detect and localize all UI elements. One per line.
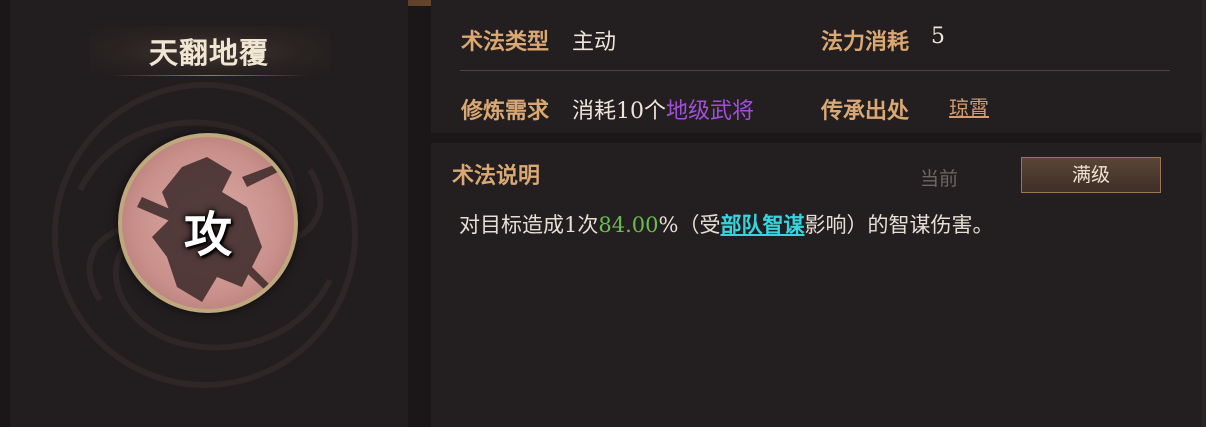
type-label: 术法类型 <box>461 29 550 55</box>
origin-label: 传承出处 <box>821 98 910 124</box>
requirement-highlight: 地级武将 <box>666 99 755 124</box>
skill-icon[interactable]: 攻 <box>118 133 298 313</box>
description-text: 对目标造成1次84.00%（受部队智谋影响）的智谋伤害。 <box>459 209 993 239</box>
tab-current[interactable]: 当前 <box>920 164 958 191</box>
desc-mid: %（受 <box>658 213 721 237</box>
description-label: 术法说明 <box>452 163 541 189</box>
type-value: 主动 <box>572 30 617 55</box>
skill-name: 天翻地覆 <box>148 36 269 70</box>
right-edge <box>1202 0 1206 427</box>
cost-label: 法力消耗 <box>821 29 910 55</box>
origin-link[interactable]: 琼霄 <box>949 92 989 121</box>
requirement-value: 消耗10个地级武将 <box>572 93 754 125</box>
damage-percent: 84.00 <box>598 213 659 237</box>
desc-suffix: 影响）的智谋伤害。 <box>804 213 994 237</box>
tab-max-level[interactable]: 满级 <box>1021 157 1161 193</box>
requirement-label: 修炼需求 <box>461 98 550 124</box>
cost-value: 5 <box>931 24 945 49</box>
desc-prefix: 对目标造成1次 <box>459 213 599 237</box>
requirement-prefix: 消耗10个 <box>572 99 666 124</box>
troop-intelligence-link[interactable]: 部队智谋 <box>720 212 804 237</box>
skill-type-char: 攻 <box>183 207 232 263</box>
info-divider <box>460 70 1170 71</box>
